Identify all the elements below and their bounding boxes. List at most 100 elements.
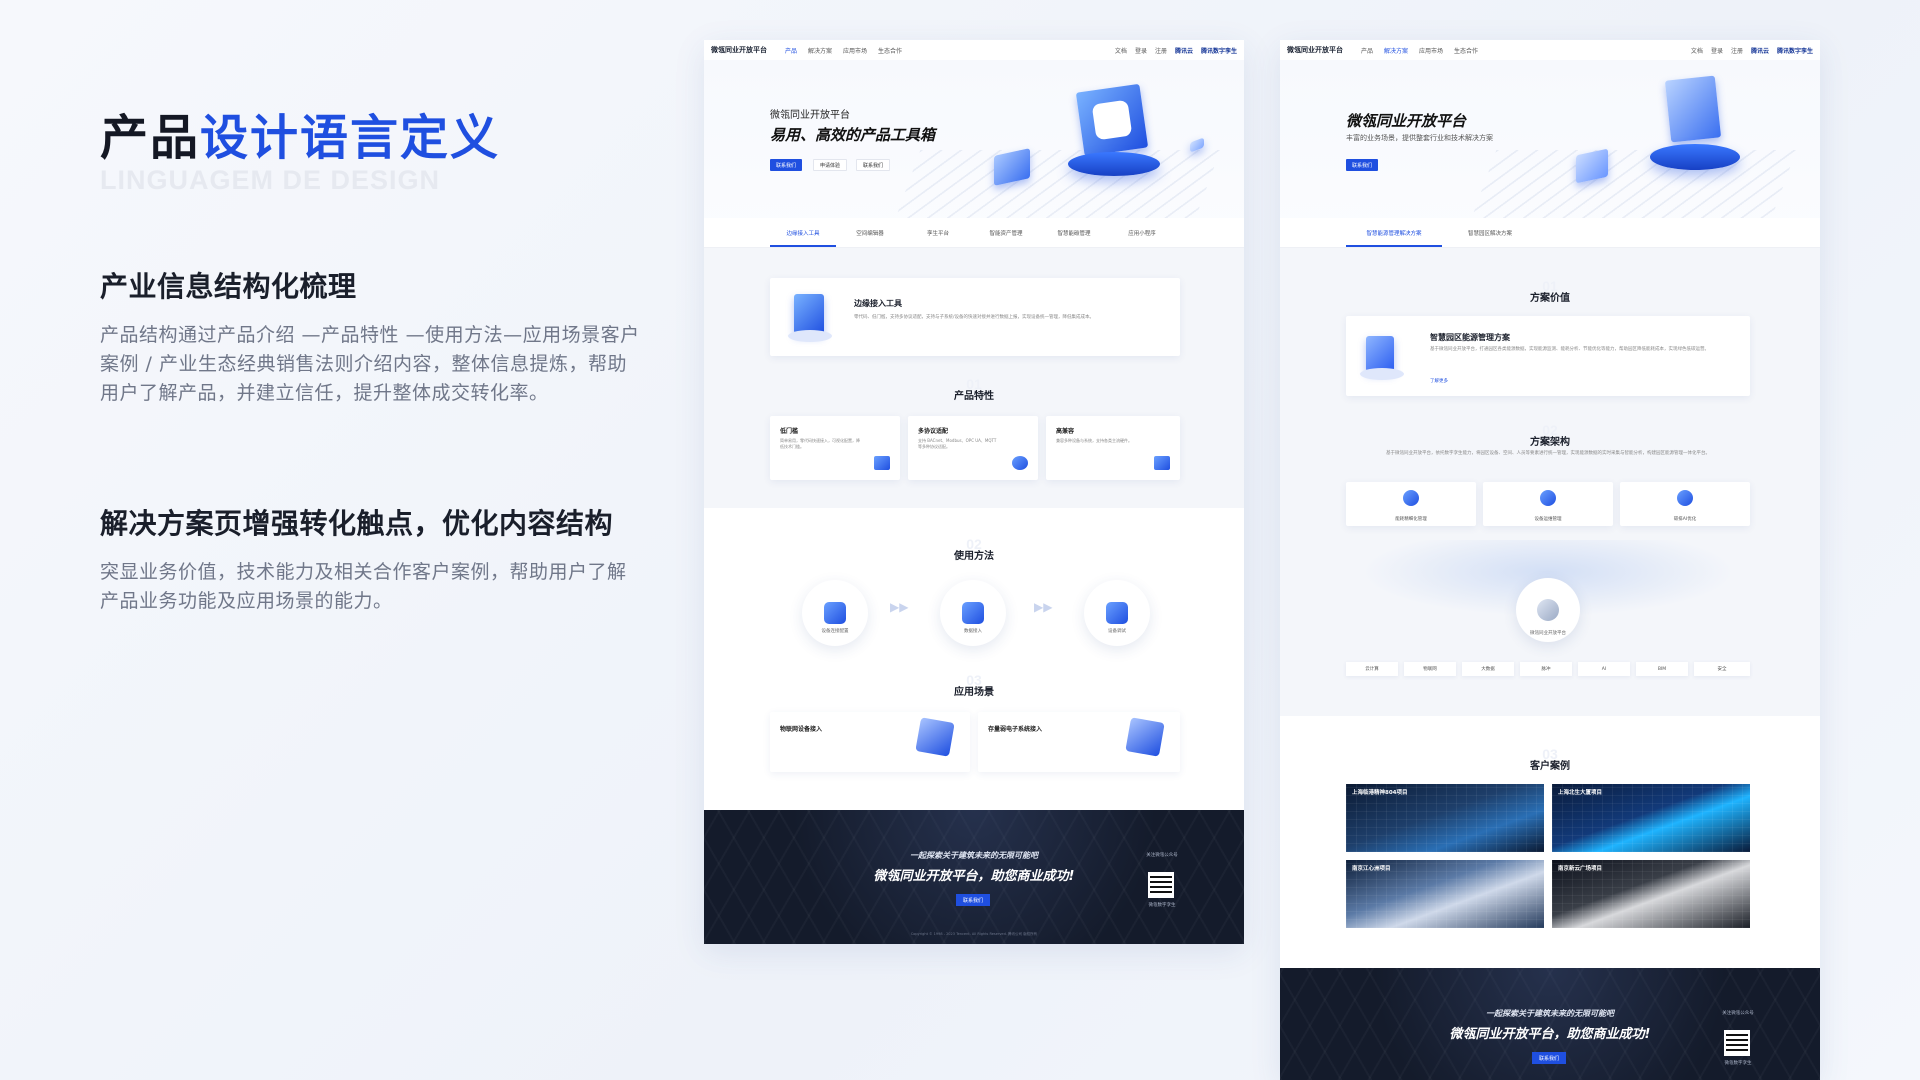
nav-item-product[interactable]: 产品 <box>1361 46 1373 55</box>
site-logo[interactable]: 微瓴同业开放平台 <box>1287 45 1343 55</box>
folder-icon <box>874 456 890 470</box>
qr-title: 关注微瓴公众号 <box>1722 1011 1754 1016</box>
scene-card[interactable]: 存量弱电子系统接入 <box>978 712 1180 772</box>
digital-twin-logo[interactable]: 腾讯数字孪生 <box>1777 46 1813 55</box>
architecture-card: 碳排AI优化 <box>1620 482 1750 526</box>
ai-carbon-icon <box>1677 490 1693 506</box>
hero-headline: 微瓴同业开放平台 <box>1346 112 1467 130</box>
product-tabs: 边缘接入工具 空间编辑器 孪生平台 智能资产管理 智慧能碳管理 应用小程序 <box>704 218 1244 248</box>
tab-asset-management[interactable]: 智能资产管理 <box>972 218 1040 247</box>
nav-item-ecosystem[interactable]: 生态合作 <box>1454 46 1478 55</box>
access-icon <box>962 602 984 624</box>
nav-item-market[interactable]: 应用市场 <box>1419 46 1443 55</box>
feature-card: 多协议适配 支持 BACnet、Modbus、OPC UA、MQTT 等多种协议… <box>908 416 1038 480</box>
product-page-mockup: 微瓴同业开放平台 易用、高效的产品工具箱 联系我们 申请体验 联系我们 微瓴同业… <box>704 40 1244 944</box>
tech-tag: 安全 <box>1694 662 1750 676</box>
trial-button[interactable]: 申请体验 <box>813 159 848 171</box>
qr-title: 关注微瓴公众号 <box>1146 853 1178 858</box>
nav-item-solution[interactable]: 解决方案 <box>1384 46 1408 55</box>
scenes-title: 应用场景 <box>954 687 994 698</box>
tech-tag: 脉冲 <box>1520 662 1572 676</box>
subsystem-icon <box>1125 717 1165 757</box>
nav-docs-link[interactable]: 文档 <box>1115 46 1127 55</box>
nav-item-market[interactable]: 应用市场 <box>843 46 867 55</box>
footer-contact-button[interactable]: 联系我们 <box>1532 1052 1567 1064</box>
usage-step: 数据接入 <box>940 580 1006 646</box>
value-card-text: 基于微瓴同业开放平台，打通园区各类能源数据，实现能源监测、能耗分析、节能优化等能… <box>1430 347 1709 352</box>
scene-title: 物联网设备接入 <box>780 726 823 733</box>
tab-twin-platform[interactable]: 孪生平台 <box>904 218 972 247</box>
hero-3d-illustration <box>1650 74 1740 184</box>
case-card[interactable]: 南京新云广场项目 <box>1552 860 1750 928</box>
solution-page-mockup: 微瓴同业开放平台 丰富的业务场景，提供整套行业和技术解决方案 联系我们 微瓴同业… <box>1280 40 1820 1080</box>
qr-code-icon <box>1724 1030 1750 1056</box>
nav-register-link[interactable]: 注册 <box>1731 46 1743 55</box>
footer-contact-button[interactable]: 联系我们 <box>956 894 991 906</box>
arrow-right-icon: ▶▶ <box>890 600 909 614</box>
nav-item-solution[interactable]: 解决方案 <box>808 46 832 55</box>
case-card[interactable]: 上海北生大厦项目 <box>1552 784 1750 852</box>
nav-register-link[interactable]: 注册 <box>1155 46 1167 55</box>
energy-icon <box>1403 490 1419 506</box>
features-title: 产品特性 <box>954 391 994 402</box>
usage-title: 使用方法 <box>954 551 994 562</box>
nav-item-ecosystem[interactable]: 生态合作 <box>878 46 902 55</box>
hero-description: 丰富的业务场景，提供整套行业和技术解决方案 <box>1346 134 1493 142</box>
maintenance-icon <box>1540 490 1556 506</box>
hero-small-illustration <box>994 148 1034 188</box>
usage-step-label: 数据接入 <box>964 629 982 634</box>
scene-card[interactable]: 物联网设备接入 <box>770 712 970 772</box>
section-body: 突显业务价值，技术能力及相关合作客户案例，帮助用户了解产品业务功能及应用场景的能… <box>100 561 627 612</box>
solution-tabs: 智慧能源管理解决方案 智慧园区解决方案 <box>1280 218 1820 248</box>
architecture-card: 能耗精细化管理 <box>1346 482 1476 526</box>
architecture-text: 基于微瓴同业开放平台，依托数字孪生能力，将园区设备、空间、人员等要素进行统一管理… <box>1386 451 1710 456</box>
tech-tag: AI <box>1578 662 1630 676</box>
section-heading: 产业信息结构化梳理 <box>100 270 357 303</box>
case-title: 上海北生大厦项目 <box>1558 790 1603 796</box>
hero-headline: 易用、高效的产品工具箱 <box>770 126 936 144</box>
contact-button[interactable]: 联系我们 <box>1346 159 1379 171</box>
nav-docs-link[interactable]: 文档 <box>1691 46 1703 55</box>
intro-card-text: 零代码、低门槛，支持多协议适配，支持与子系统/设备的快速对接并进行数据上报，实现… <box>854 315 1095 320</box>
tab-edge-access[interactable]: 边缘接入工具 <box>770 218 836 247</box>
tech-tag: BIM <box>1636 662 1688 676</box>
title-part-dark: 产品 <box>100 110 201 166</box>
contact-button-secondary[interactable]: 联系我们 <box>856 159 891 171</box>
feature-title: 低门槛 <box>780 428 799 435</box>
tab-park-solution[interactable]: 智慧园区解决方案 <box>1442 218 1538 247</box>
architecture-title: 方案架构 <box>1530 437 1570 448</box>
tech-tag: 大数据 <box>1462 662 1514 676</box>
page-title: 产品设计语言定义 <box>100 105 645 171</box>
tab-carbon-management[interactable]: 智慧能碳管理 <box>1040 218 1108 247</box>
feature-title: 高兼容 <box>1056 428 1075 435</box>
contact-button[interactable]: 联系我们 <box>770 159 803 171</box>
nav-login-link[interactable]: 登录 <box>1135 46 1147 55</box>
usage-step: 设备连接配置 <box>802 580 868 646</box>
tab-space-editor[interactable]: 空间编辑器 <box>836 218 904 247</box>
value-title: 方案价值 <box>1530 293 1570 304</box>
tab-mini-app[interactable]: 应用小程序 <box>1108 218 1176 247</box>
tech-tag: 物联网 <box>1404 662 1456 676</box>
site-logo[interactable]: 微瓴同业开放平台 <box>711 45 767 55</box>
debug-icon <box>1106 602 1128 624</box>
cta-footer: 一起探索关于建筑未来的无限可能吧 微瓴同业开放平台，助您商业成功! 联系我们 关… <box>704 810 1244 944</box>
feature-desc: 简单易用，零代码快速接入，可视化配置，降低技术门槛。 <box>780 438 860 449</box>
value-card: 智慧园区能源管理方案 基于微瓴同业开放平台，打通园区各类能源数据，实现能源监测、… <box>1346 316 1750 396</box>
usage-step-label: 设备调试 <box>1108 629 1126 634</box>
tab-energy-solution[interactable]: 智慧能源管理解决方案 <box>1346 218 1442 247</box>
value-card-link[interactable]: 了解更多 <box>1430 378 1448 385</box>
arrow-right-icon: ▶▶ <box>1034 600 1053 614</box>
case-card[interactable]: 南京江心洲项目 <box>1346 860 1544 928</box>
intro-card: 边缘接入工具 零代码、低门槛，支持多协议适配，支持与子系统/设备的快速对接并进行… <box>770 278 1180 356</box>
feature-desc: 支持 BACnet、Modbus、OPC UA、MQTT 等多种协议适配。 <box>918 438 997 449</box>
tencent-cloud-logo[interactable]: 腾讯云 <box>1751 46 1769 55</box>
case-card[interactable]: 上海临港精神804项目 <box>1346 784 1544 852</box>
nav-login-link[interactable]: 登录 <box>1711 46 1723 55</box>
feature-card: 低门槛 简单易用，零代码快速接入，可视化配置，降低技术门槛。 <box>770 416 900 480</box>
top-nav: 微瓴同业开放平台 产品 解决方案 应用市场 生态合作 文档 登录 注册 腾讯云 … <box>1280 40 1820 60</box>
digital-twin-logo[interactable]: 腾讯数字孪生 <box>1201 46 1237 55</box>
tencent-cloud-logo[interactable]: 腾讯云 <box>1175 46 1193 55</box>
nav-item-product[interactable]: 产品 <box>785 46 797 55</box>
section-body: 产品结构通过产品介绍 —产品特性 —使用方法—应用场景客户案例 / 产业生态经典… <box>100 324 640 404</box>
intro-card-title: 边缘接入工具 <box>854 299 902 308</box>
